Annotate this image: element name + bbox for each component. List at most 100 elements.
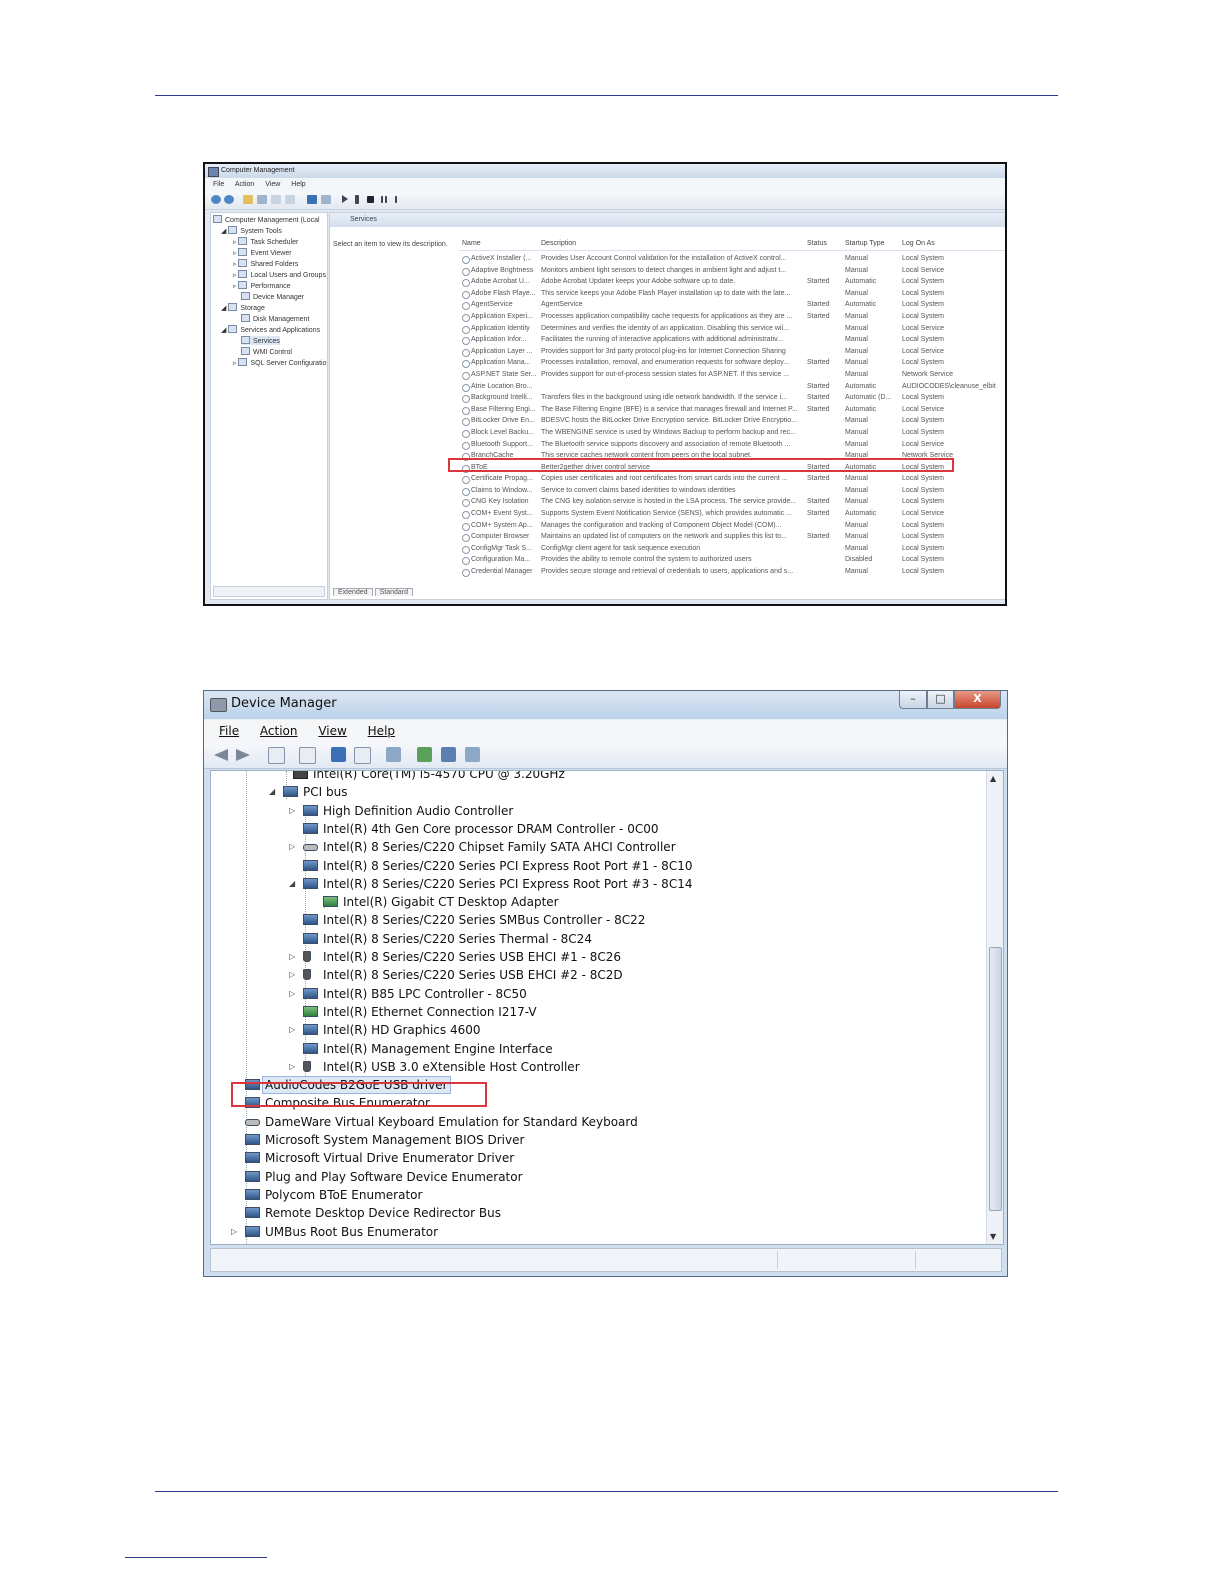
disable-icon[interactable]: [465, 747, 480, 762]
pause-service-icon[interactable]: [381, 196, 387, 203]
service-row[interactable]: Credential Manager Provides secure storag…: [459, 566, 1005, 578]
expand-arrow-icon[interactable]: ▷: [289, 985, 295, 1003]
device-tree-item[interactable]: ◢ Intel(R) 8 Series/C220 Series PCI Expre…: [211, 875, 981, 893]
device-tree-scrollbar[interactable]: ▲ ▼: [986, 771, 1003, 1244]
show-hide-console-tree-icon[interactable]: [268, 747, 285, 764]
dm-menu-help[interactable]: Help: [368, 724, 395, 738]
up-folder-icon[interactable]: [243, 195, 253, 204]
service-row[interactable]: Adaptive Brightness Monitors ambient ligh…: [459, 265, 1005, 277]
forward-icon[interactable]: [236, 749, 250, 761]
scroll-down-icon[interactable]: ▼: [990, 1232, 996, 1241]
expand-arrow-icon[interactable]: ▷: [289, 838, 295, 856]
service-row[interactable]: ActiveX Installer (... Provides User Acco…: [459, 253, 1005, 265]
collapse-arrow-icon[interactable]: ◢: [289, 875, 295, 893]
tree-services[interactable]: Services: [241, 336, 280, 345]
device-tree-item[interactable]: Intel(R) 8 Series/C220 Series PCI Expres…: [211, 857, 981, 875]
tab-standard[interactable]: Standard: [374, 588, 414, 596]
forward-icon[interactable]: [224, 195, 234, 204]
device-tree-item[interactable]: Intel(R) Management Engine Interface: [211, 1040, 981, 1058]
device-tree-item[interactable]: ▷ Intel(R) HD Graphics 4600: [211, 1021, 981, 1039]
action-pane-icon[interactable]: [354, 747, 371, 764]
service-row[interactable]: Adobe Acrobat U... Adobe Acrobat Updater …: [459, 276, 1005, 288]
tree-local-users[interactable]: ▹ Local Users and Groups: [233, 270, 326, 279]
device-tree-item[interactable]: Plug and Play Software Device Enumerator: [211, 1168, 981, 1186]
tree-root[interactable]: Computer Management (Local: [213, 215, 320, 224]
service-row[interactable]: Block Level Backu... The WBENGINE service…: [459, 427, 1005, 439]
expand-arrow-icon[interactable]: ▷: [289, 948, 295, 966]
tree-device-manager[interactable]: Device Manager: [241, 292, 304, 301]
device-tree-item[interactable]: Intel(R) Core(TM) i5-4570 CPU @ 3.20GHz: [211, 771, 981, 783]
tree-performance[interactable]: ▹ Performance: [233, 281, 291, 290]
restart-service-icon[interactable]: [395, 196, 404, 203]
service-row[interactable]: COM+ System Ap... Manages the configurati…: [459, 520, 1005, 532]
expand-arrow-icon[interactable]: ▷: [231, 1223, 237, 1241]
device-tree-item[interactable]: Intel(R) 8 Series/C220 Series Thermal - …: [211, 930, 981, 948]
device-tree-item[interactable]: Intel(R) Ethernet Connection I217-V: [211, 1003, 981, 1021]
col-status[interactable]: Status: [807, 240, 827, 247]
start-service-icon[interactable]: [342, 195, 348, 203]
tree-horizontal-scrollbar[interactable]: [213, 586, 325, 597]
service-row[interactable]: Certificate Propag... Copies user certifi…: [459, 473, 1005, 485]
expand-arrow-icon[interactable]: ▷: [289, 802, 295, 820]
stop-service-icon[interactable]: [367, 196, 374, 203]
update-driver-icon[interactable]: [417, 747, 432, 762]
back-icon[interactable]: [211, 195, 221, 204]
device-tree-item[interactable]: Polycom BToE Enumerator: [211, 1186, 981, 1204]
scan-hardware-icon[interactable]: [386, 747, 401, 762]
tab-extended[interactable]: Extended: [333, 588, 373, 596]
device-tree-item[interactable]: ▷ UMBus Root Bus Enumerator: [211, 1223, 981, 1241]
col-log-on-as[interactable]: Log On As: [902, 240, 935, 247]
device-tree-item[interactable]: Intel(R) 8 Series/C220 Series SMBus Cont…: [211, 911, 981, 929]
service-row[interactable]: ConfigMgr Task S... ConfigMgr client agen…: [459, 543, 1005, 555]
dm-menu-view[interactable]: View: [318, 724, 346, 738]
uninstall-icon[interactable]: [441, 747, 456, 762]
tree-wmi-control[interactable]: WMI Control: [241, 347, 292, 356]
col-name[interactable]: Name: [462, 240, 481, 247]
service-row[interactable]: COM+ Event Syst... Supports System Event …: [459, 508, 1005, 520]
minimize-button[interactable]: –: [899, 691, 927, 709]
service-row[interactable]: Application Layer ... Provides support fo…: [459, 346, 1005, 358]
tree-task-scheduler[interactable]: ▹ Task Scheduler: [233, 237, 298, 246]
service-row[interactable]: Configuration Ma... Provides the ability …: [459, 554, 1005, 566]
service-row[interactable]: Adobe Flash Playe... This service keeps y…: [459, 288, 1005, 300]
tree-disk-management[interactable]: Disk Management: [241, 314, 309, 323]
tree-sql-server[interactable]: ▹ SQL Server Configuratio: [233, 358, 326, 367]
tree-system-tools[interactable]: ◢ System Tools: [221, 226, 282, 235]
device-tree-item[interactable]: Remote Desktop Device Redirector Bus: [211, 1204, 981, 1222]
properties-icon[interactable]: [285, 195, 295, 204]
help-icon[interactable]: [331, 747, 346, 762]
device-tree-item[interactable]: ◢ PCI bus: [211, 783, 981, 801]
properties-icon[interactable]: [299, 747, 316, 764]
show-hide-tree-icon[interactable]: [257, 195, 267, 204]
view-icon[interactable]: [321, 195, 331, 204]
pause-icon[interactable]: [355, 195, 359, 204]
maximize-button[interactable]: □: [927, 691, 954, 709]
scroll-up-icon[interactable]: ▲: [990, 774, 996, 783]
service-row[interactable]: Claims to Window... Service to convert cl…: [459, 485, 1005, 497]
service-row[interactable]: Atrie Location Bro... Started Automatic AUD…: [459, 381, 1005, 393]
service-row[interactable]: Application Identity Determines and verif…: [459, 323, 1005, 335]
expand-arrow-icon[interactable]: ▷: [289, 966, 295, 984]
dm-menu-file[interactable]: File: [219, 724, 239, 738]
col-description[interactable]: Description: [541, 240, 576, 247]
device-tree-item[interactable]: Microsoft System Management BIOS Driver: [211, 1131, 981, 1149]
device-tree-item[interactable]: ▷ Intel(R) USB 3.0 eXtensible Host Contro…: [211, 1058, 981, 1076]
collapse-arrow-icon[interactable]: ◢: [269, 783, 275, 801]
cm-menu-help[interactable]: Help: [291, 181, 305, 188]
col-startup-type[interactable]: Startup Type: [845, 240, 885, 247]
service-row[interactable]: Base Filtering Engi... The Base Filtering…: [459, 404, 1005, 416]
cm-menu-file[interactable]: File: [213, 181, 224, 188]
export-icon[interactable]: [271, 195, 281, 204]
device-tree-item[interactable]: ▷ Intel(R) 8 Series/C220 Chipset Family S…: [211, 838, 981, 856]
expand-arrow-icon[interactable]: ▷: [289, 1021, 295, 1039]
cm-menu-action[interactable]: Action: [235, 181, 254, 188]
device-tree-item[interactable]: ▷ Intel(R) 8 Series/C220 Series USB EHCI …: [211, 966, 981, 984]
device-tree-item[interactable]: Intel(R) 4th Gen Core processor DRAM Con…: [211, 820, 981, 838]
close-button[interactable]: X: [954, 691, 1001, 709]
service-row[interactable]: AgentService AgentService Started Automatic…: [459, 299, 1005, 311]
service-row[interactable]: Bluetooth Support... The Bluetooth servic…: [459, 439, 1005, 451]
cm-menu-view[interactable]: View: [265, 181, 280, 188]
service-row[interactable]: Application Infor... Facilitates the runn…: [459, 334, 1005, 346]
service-row[interactable]: Background Intelli... Transfers files in …: [459, 392, 1005, 404]
service-row[interactable]: ASP.NET State Ser... Provides support for…: [459, 369, 1005, 381]
